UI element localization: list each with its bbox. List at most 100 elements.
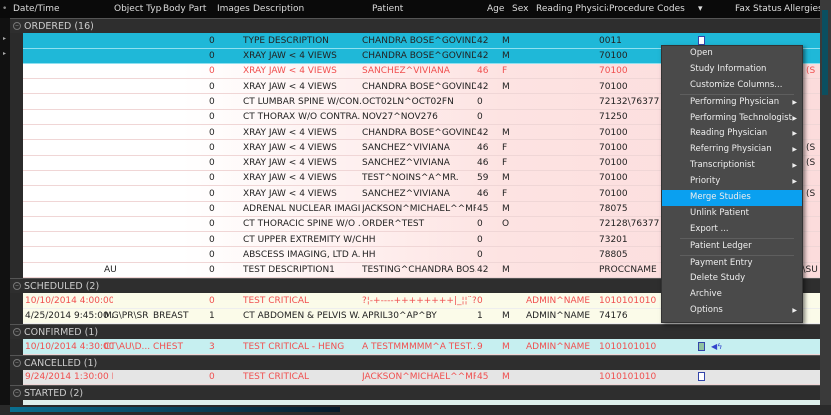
vertical-scrollbar[interactable]	[820, 0, 831, 405]
cell-desc: ADRENAL NUCLEAR IMAGI...	[243, 204, 361, 215]
menu-item-referring-physician[interactable]: Referring Physician ▶	[662, 142, 802, 158]
cell-desc: XRAY JAW < 4 VIEWS	[243, 158, 337, 169]
submenu-arrow-icon: ▶	[792, 114, 797, 122]
cell-bp: CHEST	[153, 341, 183, 352]
cell-dt: 9/24/2014 1:30:00 P...	[25, 372, 113, 383]
menu-item-merge-studies[interactable]: Merge Studies	[662, 190, 802, 206]
group-header[interactable]: − CONFIRMED (1)	[10, 323, 820, 340]
group-header[interactable]: − CANCELLED (1)	[10, 354, 820, 370]
cell-desc: XRAY JAW < 4 VIEWS	[243, 188, 337, 199]
cell-age: 46	[477, 158, 489, 169]
audio-icon[interactable]: ◀ϟ	[711, 342, 722, 351]
cell-pat: SANCHEZ^VIVIANA	[362, 66, 450, 77]
cell-rp: ADMIN^NAME	[526, 311, 591, 322]
collapse-group-icon[interactable]: −	[13, 358, 21, 367]
cell-pat: HH	[362, 249, 376, 260]
menu-item-performing-physician[interactable]: Performing Physician ▶	[662, 95, 802, 111]
cell-sex: M	[502, 173, 510, 184]
menu-item-transcriptionist[interactable]: Transcriptionist ▶	[662, 158, 802, 174]
document-icon[interactable]	[698, 35, 705, 45]
collapse-group-icon[interactable]: −	[13, 389, 21, 398]
table-row[interactable]: 10/10/2014 4:30:00 ...CT\AU\D...CHEST 3 TE…	[23, 339, 820, 355]
table-row[interactable]: 9/24/2014 1:30:00 P... 0 TEST CRITICAL JACK…	[23, 369, 820, 386]
cell-sex: O	[502, 219, 510, 230]
cell-pat: CHANDRA BOSE^GOVIND...	[362, 35, 476, 46]
cell-img: 0	[209, 295, 215, 306]
menu-item-payment-entry[interactable]: Payment Entry	[662, 256, 802, 272]
cell-sex: M	[502, 204, 510, 215]
cell-obj: MG\PR\SR	[104, 311, 149, 322]
cell-proc: 1010101010	[599, 341, 657, 352]
column-header-age[interactable]: Age	[487, 4, 504, 14]
menu-item-priority[interactable]: Priority ▶	[662, 174, 802, 190]
cell-pat: HH	[362, 234, 376, 245]
menu-item-study-information[interactable]: Study Information	[662, 62, 802, 78]
cell-pat: APRIL30^AP^BY	[362, 311, 437, 322]
menu-item-delete-study[interactable]: Delete Study	[662, 271, 802, 287]
horizontal-scroll-thumb[interactable]	[10, 407, 340, 412]
horizontal-scrollbar[interactable]	[0, 405, 831, 415]
cell-img: 0	[209, 265, 215, 276]
cell-img: 0	[209, 372, 215, 383]
column-header-reading-physician[interactable]: Reading Physician	[536, 4, 608, 14]
cell-desc: XRAY JAW < 4 VIEWS	[243, 66, 337, 77]
cell-desc: XRAY JAW < 4 VIEWS	[243, 173, 337, 184]
menu-item-open[interactable]: Open	[662, 46, 802, 62]
collapse-group-icon[interactable]: −	[13, 282, 21, 291]
cell-img: 0	[209, 219, 215, 230]
cell-img: 0	[209, 234, 215, 245]
group-header[interactable]: − STARTED (2)	[10, 385, 820, 401]
menu-item-performing-technologist[interactable]: Performing Technologist ▶	[662, 111, 802, 127]
column-header-description[interactable]: Description	[253, 4, 304, 14]
cell-obj: CT\AU\D...	[104, 341, 151, 352]
column-header-row: • ▾ Date/Time Object Type Body Part Images D…	[0, 0, 823, 18]
cell-pat: ?¦-+----++++++++|_¦¦¨?8...	[362, 295, 476, 306]
menu-item-label: Open	[690, 48, 713, 58]
row-indicator-gutter: ▸ ▸	[0, 18, 10, 405]
cell-pat: A TESTMMMMM^A TEST...	[362, 341, 476, 352]
cell-age: 46	[477, 142, 489, 153]
menu-item-options[interactable]: Options ▶	[662, 303, 802, 319]
report-icon[interactable]	[698, 341, 705, 351]
cell-proc: 1010101010	[599, 372, 657, 383]
cell-age: 0	[477, 249, 483, 260]
document-icon[interactable]	[698, 372, 705, 382]
submenu-arrow-icon: ▶	[792, 307, 797, 315]
cell-pat: TEST^NOINS^A^MR.	[362, 173, 459, 184]
menu-item-label: Transcriptionist	[690, 160, 755, 171]
vertical-scroll-thumb[interactable]	[822, 10, 828, 95]
collapse-group-icon[interactable]: −	[13, 22, 21, 30]
cell-age: 45	[477, 372, 489, 383]
column-header-images[interactable]: Images	[217, 4, 250, 14]
menu-item-customize-columns[interactable]: Customize Columns...	[662, 78, 802, 94]
cell-sex: M	[502, 311, 510, 322]
cell-sex: F	[502, 158, 508, 169]
menu-item-reading-physician[interactable]: Reading Physician ▶	[662, 126, 802, 142]
menu-item-patient-ledger[interactable]: Patient Ledger	[662, 239, 802, 255]
column-header-object-type[interactable]: Object Type	[114, 4, 162, 14]
cell-img: 0	[209, 96, 215, 107]
cell-desc: CT THORAX W/O CONTRA...	[243, 112, 361, 123]
column-header-patient[interactable]: Patient	[372, 4, 403, 14]
menu-item-export[interactable]: Export ...	[662, 222, 802, 238]
group-label: ORDERED (16)	[24, 21, 94, 32]
group-header[interactable]: − ORDERED (16)	[10, 18, 820, 34]
menu-item-archive[interactable]: Archive	[662, 287, 802, 303]
column-header-body-part[interactable]: Body Part	[163, 4, 206, 14]
cell-sex: F	[502, 142, 508, 153]
column-header-procedure-codes[interactable]: Procedure Codes	[609, 4, 685, 14]
cell-desc: XRAY JAW < 4 VIEWS	[243, 127, 337, 138]
column-header-allergies[interactable]: Allergies	[784, 4, 823, 14]
menu-item-unlink-patient[interactable]: Unlink Patient	[662, 206, 802, 222]
column-header-fax-status[interactable]: Fax Status	[735, 4, 782, 14]
cell-age: 0	[477, 295, 483, 306]
cell-rp: ADMIN^NAME	[526, 295, 591, 306]
menu-item-label: Reading Physician	[690, 128, 768, 139]
submenu-arrow-icon: ▶	[792, 178, 797, 186]
column-header-sex[interactable]: Sex	[512, 4, 528, 14]
column-chooser-dropdown-icon[interactable]: ▾	[698, 4, 703, 14]
cell-age: 46	[477, 66, 489, 77]
column-header-date-time[interactable]: Date/Time	[13, 4, 60, 14]
collapse-group-icon[interactable]: −	[13, 327, 21, 336]
cell-desc: TEST DESCRIPTION1	[243, 265, 335, 276]
